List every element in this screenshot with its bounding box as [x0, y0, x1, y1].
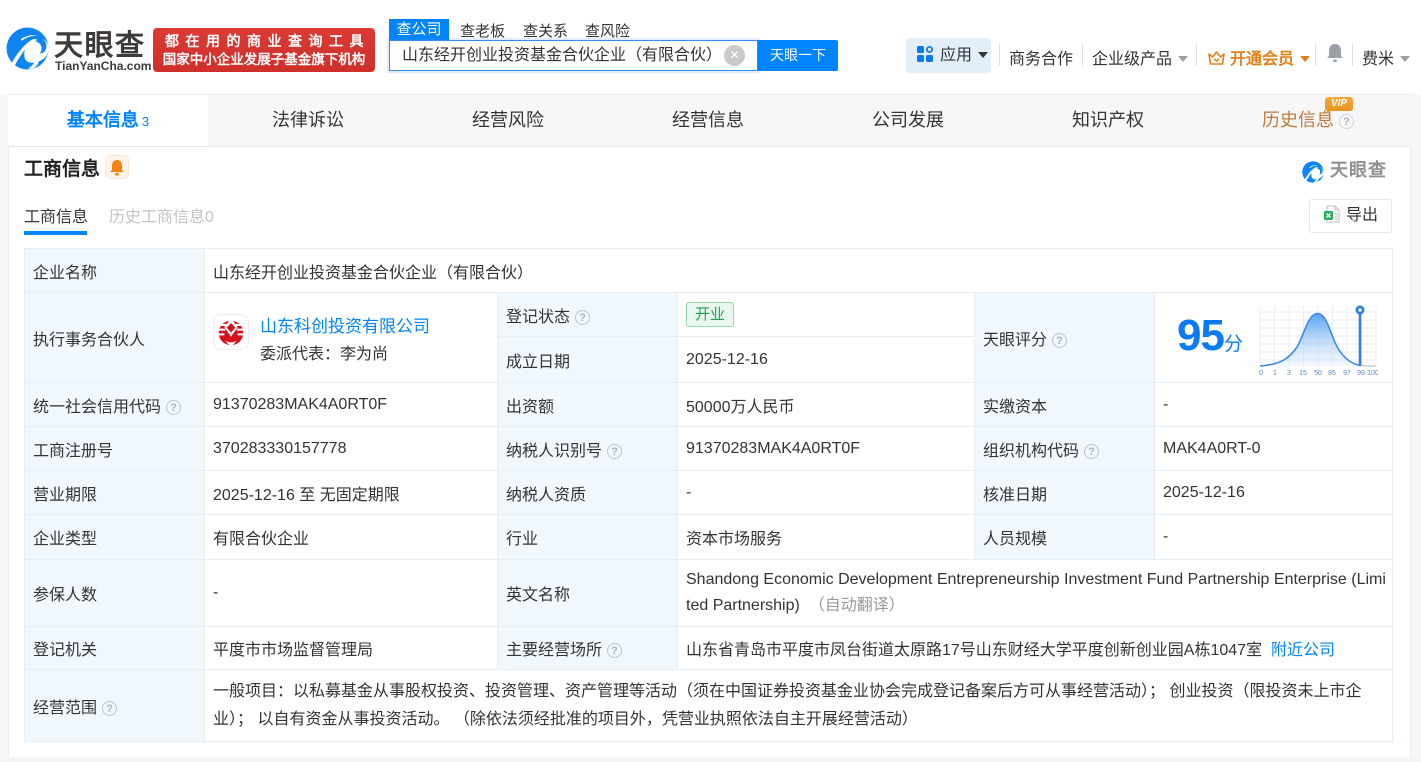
svg-text:99: 99	[1357, 370, 1365, 377]
svg-text:1: 1	[1273, 370, 1277, 377]
svg-text:0: 0	[1259, 370, 1263, 377]
svg-text:3: 3	[1287, 370, 1291, 377]
svg-text:97: 97	[1343, 370, 1351, 377]
svg-text:85: 85	[1328, 370, 1336, 377]
svg-text:100: 100	[1367, 370, 1378, 377]
svg-text:50: 50	[1314, 370, 1322, 377]
svg-text:15: 15	[1299, 370, 1307, 377]
